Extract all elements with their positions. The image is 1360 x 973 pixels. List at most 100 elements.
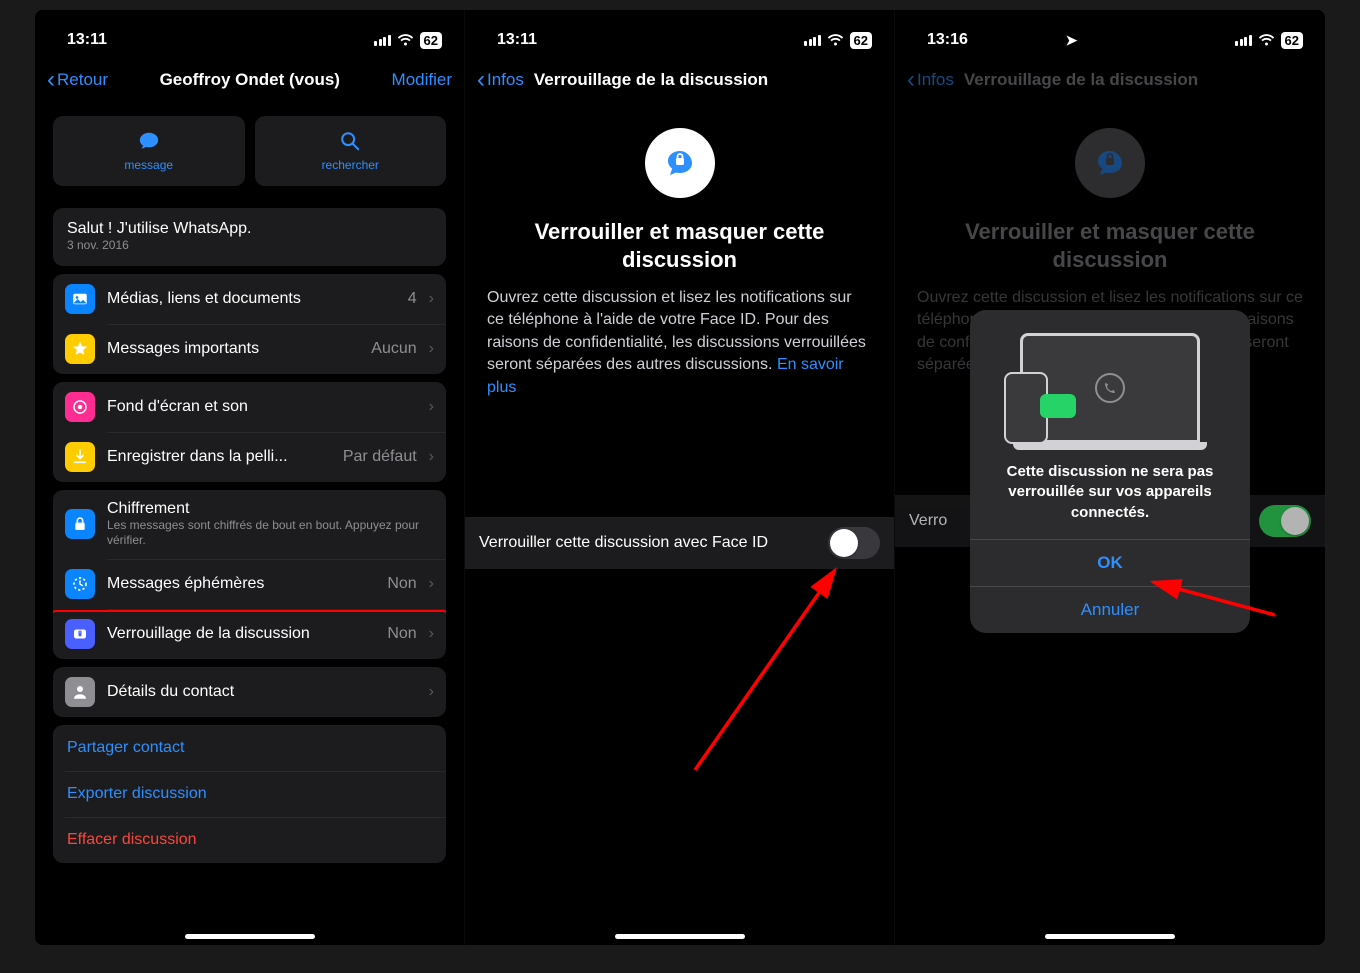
search-icon — [339, 130, 361, 152]
hero-title: Verrouiller et masquer cette discussion — [487, 218, 872, 273]
media-group: Médias, liens et documents 4 › Messages … — [53, 274, 446, 374]
chevron-right-icon: › — [429, 448, 434, 466]
hero-icon-circle — [645, 128, 715, 198]
toggle-knob — [830, 529, 858, 557]
popup-illustration — [1000, 328, 1220, 448]
search-label: rechercher — [322, 158, 379, 172]
whatsapp-logo-icon — [1092, 370, 1128, 406]
privacy-group: Chiffrement Les messages sont chiffrés d… — [53, 490, 446, 659]
chevron-right-icon: › — [429, 290, 434, 308]
save-icon — [65, 442, 95, 472]
toggle-label: Verro — [909, 512, 947, 530]
chevron-right-icon: › — [429, 340, 434, 358]
status-bar: 13:11 62 — [35, 10, 464, 58]
export-chat-row[interactable]: Exporter discussion — [53, 771, 446, 817]
status-right: 62 — [1235, 32, 1303, 49]
media-row[interactable]: Médias, liens et documents 4 › — [53, 274, 446, 324]
save-row[interactable]: Enregistrer dans la pelli... Par défaut … — [53, 432, 446, 482]
home-indicator[interactable] — [1045, 934, 1175, 939]
popup-message: Cette discussion ne sera pas verrouillée… — [970, 462, 1250, 539]
chat-lock-icon — [65, 619, 95, 649]
erase-chat-row[interactable]: Effacer discussion — [53, 817, 446, 863]
nav-back-button: ‹ Infos — [907, 68, 954, 92]
chevron-left-icon: ‹ — [47, 68, 55, 92]
starred-row[interactable]: Messages importants Aucun › — [53, 324, 446, 374]
wallpaper-row[interactable]: Fond d'écran et son › — [53, 382, 446, 432]
screen-1-contact-info: 13:11 62 ‹ Retour Geoffroy Ondet (vous) … — [35, 10, 465, 945]
nav-edit-button[interactable]: Modifier — [392, 70, 452, 90]
wifi-icon — [1258, 34, 1275, 47]
battery-level: 62 — [420, 32, 442, 49]
search-button[interactable]: rechercher — [255, 116, 447, 186]
message-label: message — [124, 158, 173, 172]
status-group: Salut ! J'utilise WhatsApp. 3 nov. 2016 — [53, 208, 446, 266]
screen-2-chat-lock: 13:11 62 ‹ Infos Verrouillage de la disc… — [465, 10, 895, 945]
nav-title: Geoffroy Ondet (vous) — [112, 70, 388, 90]
status-time: 13:16 — [927, 31, 968, 49]
nav-title: Verrouillage de la discussion — [534, 70, 768, 90]
status-time: 13:11 — [497, 31, 537, 49]
appearance-group: Fond d'écran et son › Enregistrer dans l… — [53, 382, 446, 482]
nav-bar: ‹ Infos Verrouillage de la discussion — [465, 58, 894, 102]
star-icon — [65, 334, 95, 364]
popup-cancel-button[interactable]: Annuler — [970, 586, 1250, 633]
nav-back-label: Retour — [57, 70, 108, 90]
home-indicator[interactable] — [615, 934, 745, 939]
chevron-right-icon: › — [429, 398, 434, 416]
cellular-icon — [1235, 34, 1252, 46]
nav-back-label: Infos — [917, 70, 954, 90]
encryption-row[interactable]: Chiffrement Les messages sont chiffrés d… — [53, 490, 446, 559]
action-row: message rechercher — [35, 102, 464, 200]
status-row[interactable]: Salut ! J'utilise WhatsApp. 3 nov. 2016 — [53, 208, 446, 266]
confirm-popup: Cette discussion ne sera pas verrouillée… — [970, 310, 1250, 633]
person-icon — [65, 677, 95, 707]
chevron-left-icon: ‹ — [477, 68, 485, 92]
screen-3-popup: 13:16 ➤ 62 ‹ Infos Verrouillage de la di… — [895, 10, 1325, 945]
chevron-right-icon: › — [429, 625, 434, 643]
chat-lock-hero-icon — [660, 143, 700, 183]
wifi-icon — [827, 34, 844, 47]
ephemeral-row[interactable]: Messages éphémères Non › — [53, 559, 446, 609]
status-time: 13:11 — [67, 31, 107, 49]
location-icon: ➤ — [1066, 32, 1078, 49]
nav-back-label: Infos — [487, 70, 524, 90]
timer-icon — [65, 569, 95, 599]
lock-icon — [65, 509, 95, 539]
status-right: 62 — [804, 32, 872, 49]
actions-group: Partager contact Exporter discussion Eff… — [53, 725, 446, 863]
popup-ok-button[interactable]: OK — [970, 539, 1250, 586]
nav-back-button[interactable]: ‹ Infos — [477, 68, 524, 92]
wifi-icon — [397, 34, 414, 47]
hero-section: Verrouiller et masquer cette discussion … — [465, 102, 894, 417]
cellular-icon — [804, 34, 821, 46]
status-bar: 13:16 ➤ 62 — [895, 10, 1325, 58]
cellular-icon — [374, 34, 391, 46]
chat-lock-row[interactable]: Verrouillage de la discussion Non › — [53, 609, 446, 659]
wallpaper-icon — [65, 392, 95, 422]
chevron-right-icon: › — [429, 575, 434, 593]
photo-icon — [65, 284, 95, 314]
chevron-left-icon: ‹ — [907, 68, 915, 92]
home-indicator[interactable] — [185, 934, 315, 939]
message-button[interactable]: message — [53, 116, 245, 186]
toggle-knob — [1281, 507, 1309, 535]
status-bar: 13:11 62 — [465, 10, 894, 58]
details-group: Détails du contact › — [53, 667, 446, 717]
hero-title: Verrouiller et masquer cette discussion — [917, 218, 1303, 273]
battery-level: 62 — [1281, 32, 1303, 49]
share-contact-row[interactable]: Partager contact — [53, 725, 446, 771]
nav-bar: ‹ Infos Verrouillage de la discussion — [895, 58, 1325, 102]
message-icon — [138, 130, 160, 152]
battery-level: 62 — [850, 32, 872, 49]
nav-title: Verrouillage de la discussion — [964, 70, 1198, 90]
chat-lock-hero-icon — [1090, 143, 1130, 183]
face-id-toggle[interactable] — [828, 527, 880, 559]
contact-details-row[interactable]: Détails du contact › — [53, 667, 446, 717]
chat-bubble-icon — [1040, 394, 1076, 418]
hero-icon-circle — [1075, 128, 1145, 198]
face-id-toggle-row: Verrouiller cette discussion avec Face I… — [465, 517, 894, 569]
nav-back-button[interactable]: ‹ Retour — [47, 68, 108, 92]
nav-bar: ‹ Retour Geoffroy Ondet (vous) Modifier — [35, 58, 464, 102]
status-right: 62 — [374, 32, 442, 49]
hero-description: Ouvrez cette discussion et lisez les not… — [487, 287, 872, 399]
